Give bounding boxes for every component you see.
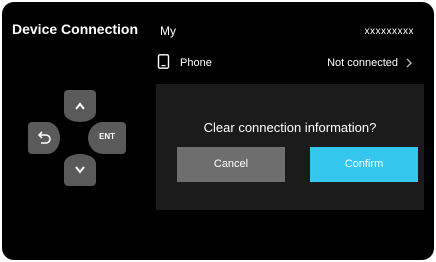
device-name: xxxxxxxxx	[364, 26, 414, 37]
dpad-down-button[interactable]	[64, 154, 96, 186]
chevron-up-icon	[75, 102, 85, 110]
back-arrow-icon	[37, 131, 51, 144]
connection-status: Not connected	[327, 57, 398, 69]
page-title: Device Connection	[12, 21, 139, 37]
phone-label: Phone	[180, 57, 212, 69]
phone-connection-row[interactable]: Phone Not connected	[150, 48, 432, 78]
phone-icon	[157, 54, 170, 69]
chevron-down-icon	[75, 166, 85, 174]
dpad-enter-button[interactable]: ENT	[88, 122, 126, 154]
confirm-dialog: Clear connection information? Cancel Con…	[156, 84, 424, 210]
tab-my[interactable]: My	[160, 24, 176, 38]
dpad-back-button[interactable]	[28, 122, 60, 154]
confirm-button[interactable]: Confirm	[310, 147, 418, 182]
dpad: ENT	[28, 90, 140, 190]
dpad-up-button[interactable]	[64, 90, 96, 122]
device-screen: Device Connection My xxxxxxxxx Phone Not…	[2, 2, 434, 260]
dialog-message: Clear connection information?	[203, 120, 377, 135]
chevron-right-icon	[406, 58, 412, 68]
enter-label: ENT	[99, 132, 115, 141]
cancel-button[interactable]: Cancel	[177, 147, 285, 182]
